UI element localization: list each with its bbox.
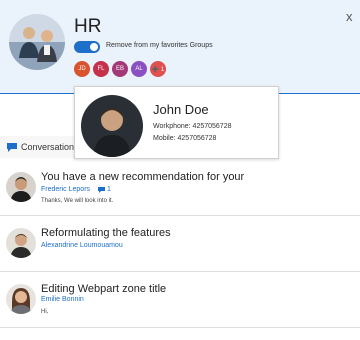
contact-photo (81, 95, 143, 157)
more-members-button[interactable]: ➕ 1 (150, 61, 166, 77)
conversation-item[interactable]: Editing Webpart zone title Emilie Bonnin… (0, 272, 360, 328)
member-avatar[interactable]: JD (74, 61, 90, 77)
header-divider (0, 93, 75, 94)
group-avatar[interactable] (9, 14, 65, 70)
author-avatar (6, 284, 36, 314)
conversation-snippet: Hi, (41, 309, 49, 315)
conversation-author[interactable]: Alexandrine Loumouamou (41, 242, 123, 249)
tab-conversation-label: Conversation (21, 142, 75, 152)
author-avatar (6, 228, 36, 258)
author-avatar (6, 172, 36, 202)
comment-icon (98, 186, 105, 193)
conversation-icon (7, 142, 17, 152)
member-list: JD FL EB AL ➕ 1 (74, 61, 166, 77)
favorite-toggle-label: Remove from my favorites Groups (106, 42, 213, 49)
contact-mobile: Mobile: 4257056728 (153, 135, 217, 142)
member-avatar[interactable]: AL (131, 61, 147, 77)
group-header: HR x Remove from my favorites Groups JD … (0, 0, 360, 94)
reply-count-value: 1 (107, 186, 111, 193)
conversation-author[interactable]: Frederic Lepors (41, 186, 90, 193)
conversation-item[interactable]: You have a new recommendation for your F… (0, 160, 360, 216)
toggle-knob (90, 43, 98, 51)
contact-workphone: Workphone: 4257056728 (153, 123, 232, 130)
reply-count: 1 (98, 186, 111, 193)
header-divider (279, 93, 360, 94)
contact-card: John Doe Workphone: 4257056728 Mobile: 4… (74, 86, 279, 159)
conversation-author[interactable]: Emilie Bonnin (41, 296, 84, 303)
favorite-toggle[interactable] (74, 41, 100, 53)
tab-conversation[interactable]: Conversation (0, 136, 75, 158)
conversation-title: Reformulating the features (41, 227, 171, 239)
contact-name: John Doe (153, 102, 209, 117)
conversation-title: You have a new recommendation for your (41, 171, 245, 183)
close-icon[interactable]: x (346, 9, 353, 24)
member-avatar[interactable]: FL (93, 61, 109, 77)
conversation-title: Editing Webpart zone title (41, 283, 167, 295)
member-avatar[interactable]: EB (112, 61, 128, 77)
group-title: HR (74, 16, 102, 37)
conversation-snippet: Thanks, We will look into it. (41, 198, 114, 204)
conversation-item[interactable]: Reformulating the features Alexandrine L… (0, 216, 360, 272)
